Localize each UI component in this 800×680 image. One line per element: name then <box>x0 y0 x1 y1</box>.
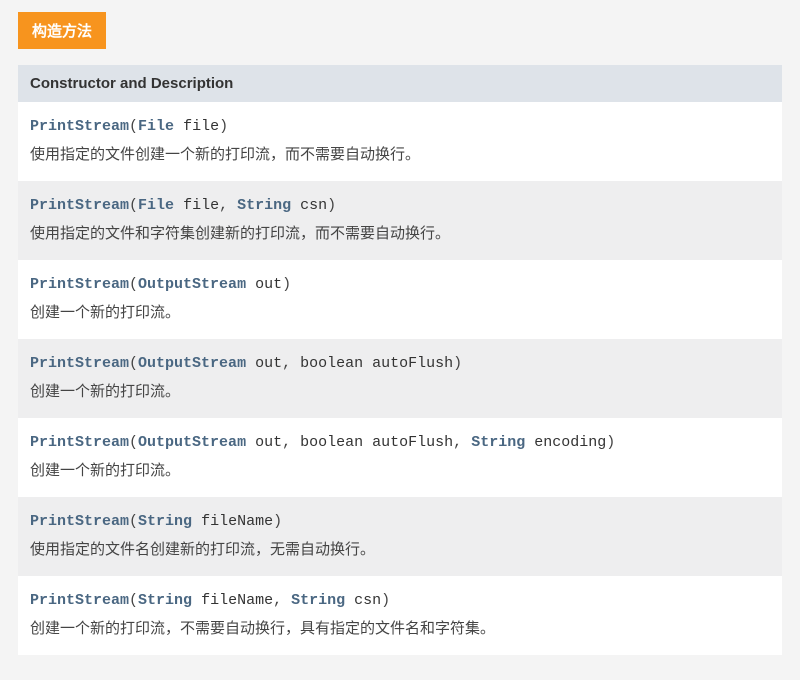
constructor-row: PrintStream(File file, String csn)使用指定的文… <box>18 181 782 260</box>
constructor-row: PrintStream(String fileName, String csn)… <box>18 576 782 655</box>
constructor-name-link[interactable]: PrintStream <box>30 118 129 135</box>
constructor-signature: PrintStream(String fileName) <box>30 509 770 535</box>
constructor-name-link[interactable]: PrintStream <box>30 513 129 530</box>
constructor-description: 使用指定的文件名创建新的打印流，无需自动换行。 <box>30 537 770 563</box>
param-type-link[interactable]: OutputStream <box>138 276 246 293</box>
constructor-row: PrintStream(OutputStream out, boolean au… <box>18 418 782 497</box>
param-name: autoFlush <box>372 434 453 451</box>
param-name: file <box>183 118 219 135</box>
param-type-link[interactable]: String <box>138 513 192 530</box>
param-name: out <box>255 434 282 451</box>
param-type-link[interactable]: String <box>471 434 525 451</box>
constructor-row: PrintStream(OutputStream out)创建一个新的打印流。 <box>18 260 782 339</box>
constructor-row: PrintStream(String fileName)使用指定的文件名创建新的… <box>18 497 782 576</box>
constructor-name-link[interactable]: PrintStream <box>30 355 129 372</box>
param-type-link[interactable]: File <box>138 197 174 214</box>
constructor-signature: PrintStream(OutputStream out, boolean au… <box>30 351 770 377</box>
section-badge: 构造方法 <box>18 12 106 49</box>
param-type: boolean <box>300 355 363 372</box>
constructor-table: PrintStream(File file)使用指定的文件创建一个新的打印流，而… <box>18 102 782 655</box>
param-type-link[interactable]: OutputStream <box>138 355 246 372</box>
constructor-signature: PrintStream(OutputStream out) <box>30 272 770 298</box>
param-name: fileName <box>201 513 273 530</box>
constructor-description: 创建一个新的打印流，不需要自动换行，具有指定的文件名和字符集。 <box>30 616 770 642</box>
param-name: autoFlush <box>372 355 453 372</box>
constructor-description: 使用指定的文件创建一个新的打印流，而不需要自动换行。 <box>30 142 770 168</box>
constructor-row: PrintStream(File file)使用指定的文件创建一个新的打印流，而… <box>18 102 782 181</box>
constructor-signature: PrintStream(File file) <box>30 114 770 140</box>
constructor-description: 创建一个新的打印流。 <box>30 458 770 484</box>
constructor-name-link[interactable]: PrintStream <box>30 197 129 214</box>
param-type: boolean <box>300 434 363 451</box>
param-name: csn <box>354 592 381 609</box>
constructor-signature: PrintStream(OutputStream out, boolean au… <box>30 430 770 456</box>
param-name: out <box>255 355 282 372</box>
param-name: file <box>183 197 219 214</box>
param-type-link[interactable]: File <box>138 118 174 135</box>
constructor-description: 创建一个新的打印流。 <box>30 379 770 405</box>
param-name: csn <box>300 197 327 214</box>
constructor-name-link[interactable]: PrintStream <box>30 276 129 293</box>
table-header: Constructor and Description <box>18 65 782 102</box>
param-name: fileName <box>201 592 273 609</box>
constructor-name-link[interactable]: PrintStream <box>30 434 129 451</box>
constructor-name-link[interactable]: PrintStream <box>30 592 129 609</box>
constructor-row: PrintStream(OutputStream out, boolean au… <box>18 339 782 418</box>
param-name: encoding <box>534 434 606 451</box>
param-type-link[interactable]: OutputStream <box>138 434 246 451</box>
constructor-description: 使用指定的文件和字符集创建新的打印流，而不需要自动换行。 <box>30 221 770 247</box>
param-name: out <box>255 276 282 293</box>
constructor-signature: PrintStream(File file, String csn) <box>30 193 770 219</box>
param-type-link[interactable]: String <box>138 592 192 609</box>
constructor-description: 创建一个新的打印流。 <box>30 300 770 326</box>
constructor-signature: PrintStream(String fileName, String csn) <box>30 588 770 614</box>
param-type-link[interactable]: String <box>291 592 345 609</box>
param-type-link[interactable]: String <box>237 197 291 214</box>
